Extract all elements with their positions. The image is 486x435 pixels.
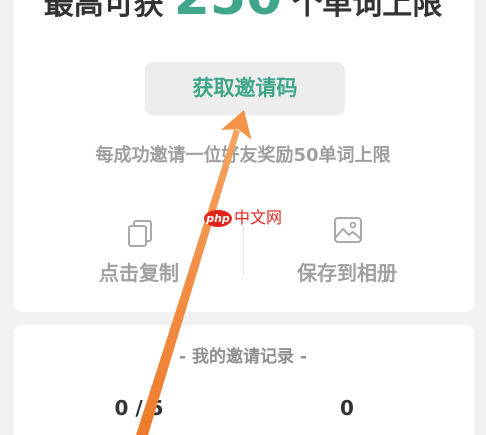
invited-count: 0 / 5 [114, 396, 164, 420]
save-to-album-label: 保存到相册 [297, 261, 397, 285]
watermark-logo-oval: php [204, 209, 232, 227]
records-title: - 我的邀请记录 - [179, 347, 307, 367]
get-invite-code-button[interactable]: 获取邀请码 [145, 62, 345, 115]
watermark-logo: php 中文网 [204, 209, 282, 227]
watermark-text: 中文网 [234, 208, 283, 227]
headline-amount: 250 [174, 0, 283, 27]
headline-prefix: 最高可获 [43, 0, 164, 22]
reward-headline: 最高可获 250 个单词上限 [0, 0, 486, 33]
reward-total: 0 [340, 396, 354, 420]
image-icon [333, 216, 363, 248]
copy-code-label: 点击复制 [99, 261, 179, 285]
copy-icon [125, 218, 155, 252]
headline-suffix: 个单词上限 [292, 0, 443, 22]
reward-note: 每成功邀请一位好友奖励50单词上限 [95, 145, 391, 166]
